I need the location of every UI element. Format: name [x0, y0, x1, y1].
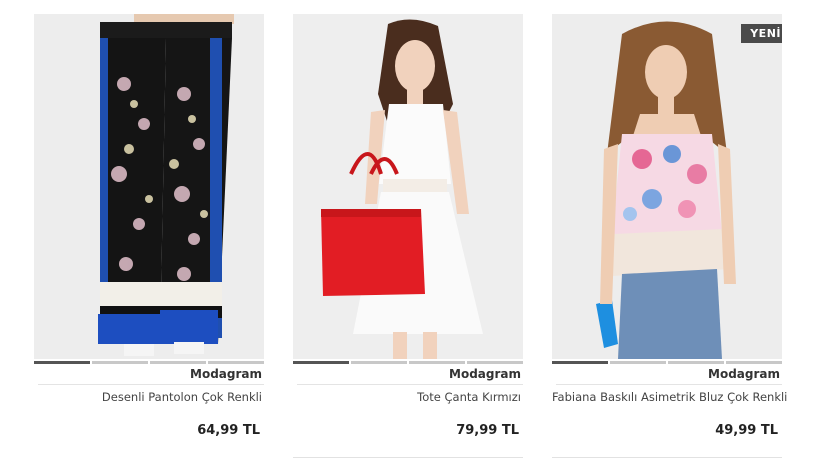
new-badge: YENİ — [741, 24, 782, 49]
card-bottom-divider — [552, 457, 782, 458]
product-brand[interactable]: Modagram — [34, 366, 264, 382]
product-price: 79,99 TL — [456, 423, 519, 438]
product-card[interactable]: Modagram Desenli Pantolon Çok Renkli 64,… — [34, 14, 264, 438]
product-price: 64,99 TL — [197, 423, 260, 438]
image-gallery-indicator[interactable] — [552, 361, 782, 364]
divider — [297, 384, 523, 385]
image-gallery-indicator[interactable] — [293, 361, 523, 364]
product-brand[interactable]: Modagram — [293, 366, 523, 382]
product-photo-floral-blouse — [552, 14, 782, 359]
product-brand[interactable]: Modagram — [552, 366, 782, 382]
product-image[interactable] — [293, 14, 523, 359]
product-card[interactable]: Modagram Tote Çanta Kırmızı 79,99 TL — [293, 14, 523, 438]
product-card[interactable]: YENİ Modagram Fabiana Baskılı Asimetrik … — [552, 14, 787, 438]
product-photo-patterned-trousers — [34, 14, 264, 359]
product-name[interactable]: Fabiana Baskılı Asimetrik Bluz Çok Renkl… — [552, 389, 787, 405]
product-name[interactable]: Desenli Pantolon Çok Renkli — [34, 389, 264, 405]
image-gallery-indicator[interactable] — [34, 361, 264, 364]
product-image[interactable] — [34, 14, 264, 359]
divider — [38, 384, 264, 385]
product-name[interactable]: Tote Çanta Kırmızı — [293, 389, 523, 405]
product-image[interactable]: YENİ — [552, 14, 782, 359]
card-bottom-divider — [293, 457, 523, 458]
product-price: 49,99 TL — [715, 423, 778, 438]
divider — [556, 384, 782, 385]
product-photo-red-tote-bag — [293, 14, 523, 359]
